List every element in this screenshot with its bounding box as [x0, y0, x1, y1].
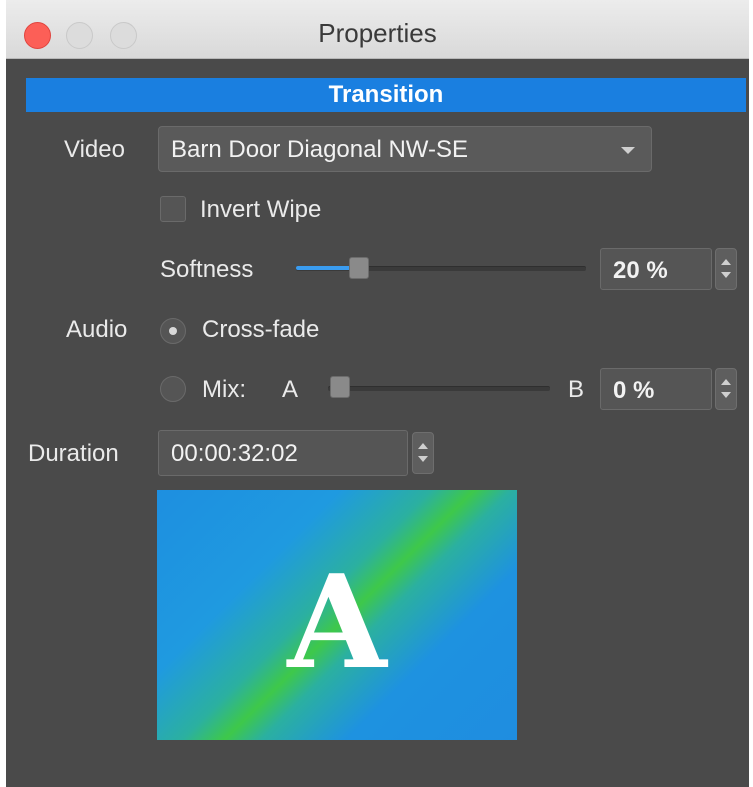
softness-slider-fill — [296, 266, 354, 270]
duration-stepper[interactable] — [412, 432, 434, 474]
video-transition-dropdown[interactable]: Barn Door Diagonal NW-SE — [158, 126, 652, 172]
crossfade-label: Cross-fade — [202, 316, 320, 343]
mix-stepper[interactable] — [715, 368, 737, 410]
softness-slider-thumb[interactable] — [349, 257, 369, 279]
duration-value: 00:00:32:02 — [171, 440, 298, 467]
softness-stepper[interactable] — [715, 248, 737, 290]
mix-radio[interactable] — [160, 376, 186, 402]
video-transition-value: Barn Door Diagonal NW-SE — [171, 136, 469, 163]
stepper-down-icon[interactable] — [418, 456, 428, 462]
stepper-up-icon[interactable] — [721, 379, 731, 385]
transition-header: Transition — [26, 78, 746, 112]
invert-wipe-label: Invert Wipe — [200, 196, 322, 223]
video-label: Video — [64, 136, 125, 163]
softness-value: 20 % — [613, 257, 668, 284]
window-title: Properties — [318, 18, 437, 48]
duration-field[interactable]: 00:00:32:02 — [158, 430, 408, 476]
invert-wipe-checkbox[interactable] — [160, 196, 186, 222]
mix-a-label: A — [282, 376, 299, 403]
stepper-up-icon[interactable] — [418, 443, 428, 449]
mix-b-label: B — [568, 376, 585, 403]
softness-field[interactable]: 20 % — [600, 248, 712, 290]
title-bar: Properties — [6, 0, 749, 59]
mix-slider-track[interactable] — [328, 386, 550, 391]
duration-label: Duration — [28, 440, 119, 467]
crossfade-radio[interactable] — [160, 318, 186, 344]
stepper-down-icon[interactable] — [721, 392, 731, 398]
mix-value: 0 % — [613, 377, 655, 404]
mix-field[interactable]: 0 % — [600, 368, 712, 410]
stepper-down-icon[interactable] — [721, 272, 731, 278]
mix-label: Mix: — [202, 376, 246, 403]
mix-slider-thumb[interactable] — [330, 376, 350, 398]
radio-selected-dot — [169, 327, 177, 335]
properties-window: Properties Transition Video Barn Door Di… — [6, 0, 749, 787]
transition-preview: A — [157, 490, 517, 740]
audio-label: Audio — [66, 316, 128, 343]
dropdown-arrow-icon — [621, 147, 635, 154]
preview-letter: A — [287, 548, 387, 698]
stepper-up-icon[interactable] — [721, 259, 731, 265]
softness-label: Softness — [160, 256, 254, 283]
